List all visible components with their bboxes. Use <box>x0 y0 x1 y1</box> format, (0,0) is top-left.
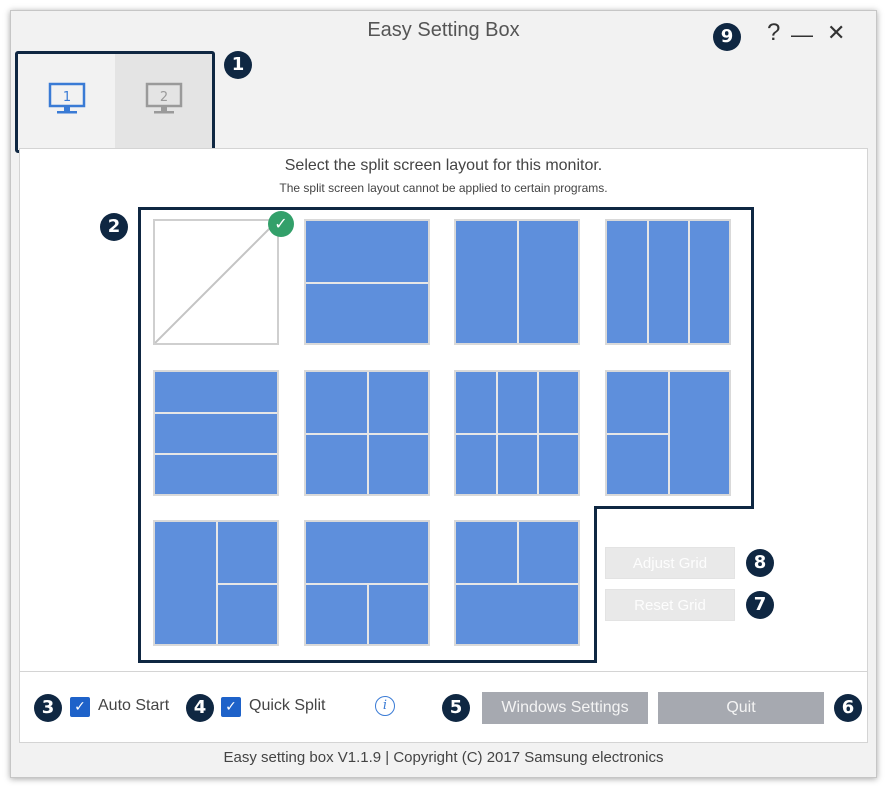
options-bar: 3 ✓ Auto Start 4 ✓ Quick Split i 5 Windo… <box>19 671 868 743</box>
layout-six-grid-tile[interactable] <box>454 370 580 496</box>
quick-split-label: Quick Split <box>249 697 326 714</box>
layout-top-split-bottom-full-tile[interactable] <box>454 520 580 646</box>
grid-divider <box>306 282 428 284</box>
footer-copyright: Easy setting box V1.1.9 | Copyright (C) … <box>223 749 664 766</box>
callout-6: 6 <box>834 694 862 722</box>
diagonal-line-icon <box>155 221 277 343</box>
windows-settings-button[interactable]: Windows Settings <box>482 692 648 724</box>
grid-divider <box>607 433 668 435</box>
callout-3: 3 <box>34 694 62 722</box>
callout-8: 8 <box>746 549 774 577</box>
callout-7: 7 <box>746 591 774 619</box>
callout-5: 5 <box>442 694 470 722</box>
quit-button[interactable]: Quit <box>658 692 824 724</box>
quick-split-checkbox[interactable]: ✓ <box>221 697 241 717</box>
layout-subheading: The split screen layout cannot be applie… <box>279 181 608 195</box>
grid-divider <box>155 453 277 455</box>
grid-divider <box>456 433 578 435</box>
monitor-icon: 2 <box>145 82 183 114</box>
minimize-icon[interactable]: — <box>791 23 813 47</box>
adjust-grid-button[interactable]: Adjust Grid <box>605 547 735 579</box>
grid-divider <box>155 412 277 414</box>
monitor-tab-1[interactable]: 1 <box>18 54 115 150</box>
grid-divider <box>647 221 649 343</box>
auto-start-label: Auto Start <box>98 697 170 714</box>
grid-divider <box>456 583 578 585</box>
layout-two-rows-tile[interactable] <box>304 219 430 345</box>
auto-start-checkbox[interactable]: ✓ <box>70 697 90 717</box>
grid-divider <box>517 522 519 583</box>
monitor-tab-number: 2 <box>160 90 168 105</box>
grid-divider <box>306 433 428 435</box>
layout-three-columns-tile[interactable] <box>605 219 731 345</box>
callout-9: 9 <box>713 23 741 51</box>
reset-grid-button[interactable]: Reset Grid <box>605 589 735 621</box>
grid-divider <box>367 583 369 644</box>
help-icon[interactable]: ? <box>767 21 780 45</box>
layout-four-quadrants-tile[interactable] <box>304 370 430 496</box>
callout-1: 1 <box>224 51 252 79</box>
info-icon[interactable]: i <box>375 696 395 716</box>
selected-check-icon: ✓ <box>268 211 294 237</box>
layout-panel: Select the split screen layout for this … <box>19 148 868 672</box>
layout-top-full-bottom-split-tile[interactable] <box>304 520 430 646</box>
window-title: Easy Setting Box <box>367 19 520 41</box>
monitor-icon: 1 <box>48 82 86 114</box>
layout-none-tile[interactable] <box>153 219 279 345</box>
callout-2: 2 <box>100 213 128 241</box>
layout-two-columns-tile[interactable] <box>454 219 580 345</box>
layout-left-split-right-full-tile[interactable] <box>605 370 731 496</box>
grid-divider <box>517 221 519 343</box>
grid-divider <box>216 583 277 585</box>
grid-divider <box>668 372 670 494</box>
layout-left-full-right-split-tile[interactable] <box>153 520 279 646</box>
layout-three-rows-tile[interactable] <box>153 370 279 496</box>
easy-setting-box-window: Easy Setting Box 9 ? — ✕ 1 2 1 Select th… <box>10 10 877 778</box>
grid-divider <box>688 221 690 343</box>
callout-4: 4 <box>186 694 214 722</box>
close-icon[interactable]: ✕ <box>827 21 845 45</box>
monitor-tab-number: 1 <box>63 90 71 105</box>
layout-heading: Select the split screen layout for this … <box>284 157 603 174</box>
monitor-tabs: 1 2 <box>15 51 215 153</box>
monitor-tab-2[interactable]: 2 <box>115 54 212 150</box>
